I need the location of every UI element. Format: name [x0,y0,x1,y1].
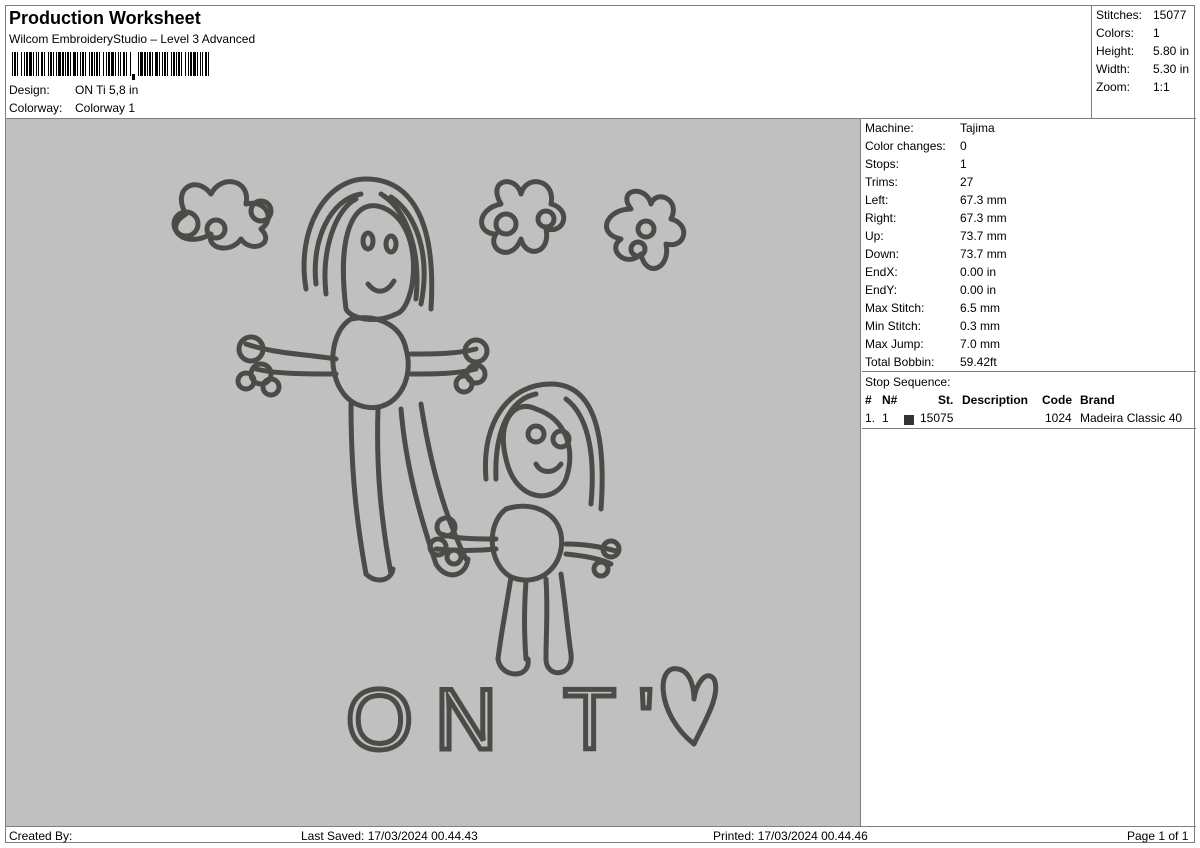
header-description: Description [962,393,1029,407]
min-stitch-row: Min Stitch: 0.3 mm [865,319,1000,333]
color-changes-row: Color changes: 0 [865,139,967,153]
stops-label: Stops: [865,157,900,171]
max-jump-value: 7.0 mm [960,337,1001,351]
down-row: Down: 73.7 mm [865,247,1007,261]
colorway-value: Colorway 1 [75,101,136,115]
zoom-value: 1:1 [1153,80,1170,94]
design-summary: Stitches: 15077 Colors: 1 Height: 5.80 in W… [1091,6,1196,119]
total-bobbin-label: Total Bobbin: [865,355,935,369]
zoom-row: Zoom: 1:1 [1096,80,1170,94]
thread-swatch [904,412,914,426]
zoom-label: Zoom: [1096,80,1131,94]
cloud-right [604,188,687,271]
endx-value: 0.00 in [960,265,997,279]
header-brand: Brand [1080,393,1115,407]
design-text: ON T' [346,672,676,768]
stop-sequence-label: Stop Sequence: [865,375,951,389]
row-needle: 1 [882,411,889,425]
design-label: Design: [9,83,50,97]
printed-date: Printed: 17/03/2024 00.44.46 [713,829,868,843]
page-number: Page 1 of 1 [1127,829,1189,843]
trims-row: Trims: 27 [865,175,973,189]
right-value: 67.3 mm [960,211,1007,225]
up-label: Up: [865,229,884,243]
page-title: Production Worksheet [9,8,201,28]
header-code: Code [1042,393,1072,407]
created-by: Created By: [9,829,73,843]
stitches-label: Stitches: [1096,8,1143,22]
max-jump-row: Max Jump: 7.0 mm [865,337,1000,351]
left-row: Left: 67.3 mm [865,193,1007,207]
row-code: 1024 [1045,411,1072,425]
endx-label: EndX: [865,265,898,279]
up-row: Up: 73.7 mm [865,229,1007,243]
row-brand: Madeira Classic 40 [1080,411,1183,425]
up-value: 73.7 mm [960,229,1007,243]
stops-row: Stops: 1 [865,157,967,171]
width-label: Width: [1096,62,1131,76]
stops-value: 1 [960,157,967,171]
endx-row: EndX: 0.00 in [865,265,996,279]
worksheet-frame: Production Worksheet Wilcom EmbroiderySt… [5,5,1196,844]
worksheet-footer: Created By: Last Saved: 17/03/2024 00.44… [6,826,1196,844]
stitches-value: 15077 [1153,8,1187,22]
cloud-left [171,179,274,251]
max-jump-label: Max Jump: [865,337,924,351]
small-figure [427,381,622,677]
max-stitch-row: Max Stitch: 6.5 mm [865,301,1000,315]
total-bobbin-row: Total Bobbin: 59.42ft [865,355,997,369]
min-stitch-label: Min Stitch: [865,319,922,333]
row-num: 1. [865,411,876,425]
down-label: Down: [865,247,900,261]
down-value: 73.7 mm [960,247,1007,261]
trims-label: Trims: [865,175,898,189]
machine-info: Machine: Tajima Color changes: 0 Stops: 1 T… [862,119,1196,826]
last-saved: Last Saved: 17/03/2024 00.44.43 [301,829,478,843]
endy-value: 0.00 in [960,283,997,297]
worksheet-header: Production Worksheet Wilcom EmbroiderySt… [6,6,1091,119]
height-row: Height: 5.80 in [1096,44,1189,58]
endy-row: EndY: 0.00 in [865,283,996,297]
color-changes-label: Color changes: [865,139,946,153]
max-stitch-value: 6.5 mm [960,301,1001,315]
row-divider [862,428,1196,429]
stop-sequence: Stop Sequence: # N# St. Description Code… [862,371,1196,429]
colors-row: Colors: 1 [1096,26,1160,40]
design-preview: ON T' [6,119,861,826]
machine-value: Tajima [960,121,995,135]
left-value: 67.3 mm [960,193,1007,207]
design-value: ON Ti 5,8 in [75,83,139,97]
right-label: Right: [865,211,897,225]
colorway-label: Colorway: [9,101,63,115]
height-value: 5.80 in [1153,44,1190,58]
header-num: # [865,393,872,407]
header-stitches: St. [938,393,954,407]
max-stitch-label: Max Stitch: [865,301,925,315]
machine-row: Machine: Tajima [865,121,995,135]
endy-label: EndY: [865,283,898,297]
color-changes-value: 0 [960,139,967,153]
width-value: 5.30 in [1153,62,1190,76]
embroidery-drawing: ON T' [171,176,719,771]
left-label: Left: [865,193,889,207]
design-row: Design: ON Ti 5,8 in [9,83,138,97]
row-stitches: 15075 [920,411,954,425]
stitches-row: Stitches: 15077 [1096,8,1186,22]
cloud-middle [479,179,567,255]
total-bobbin-value: 59.42ft [960,355,997,369]
right-row: Right: 67.3 mm [865,211,1007,225]
machine-label: Machine: [865,121,914,135]
header-needle: N# [882,393,898,407]
width-row: Width: 5.30 in [1096,62,1189,76]
trims-value: 27 [960,175,974,189]
software-name: Wilcom EmbroideryStudio – Level 3 Advanc… [9,32,256,46]
min-stitch-value: 0.3 mm [960,319,1001,333]
height-label: Height: [1096,44,1135,58]
barcode [12,52,209,80]
colors-value: 1 [1153,26,1160,40]
colorway-row: Colorway: Colorway 1 [9,101,135,115]
colors-label: Colors: [1096,26,1135,40]
